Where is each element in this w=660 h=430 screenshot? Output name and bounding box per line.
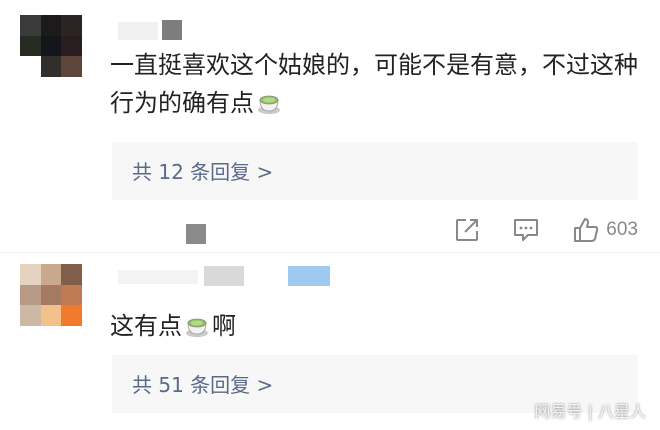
reply-box[interactable]: 共 12 条回复 >: [112, 142, 638, 200]
view-replies-link[interactable]: 共 51 条回复 >: [132, 369, 273, 398]
like-button[interactable]: 603: [572, 216, 638, 244]
divider: [0, 252, 660, 253]
like-count: 603: [606, 219, 638, 240]
teacup-emoji: [186, 318, 208, 337]
comment-text: 一直挺喜欢这个姑娘的，可能不是有意，不过这种行为的确有点: [110, 51, 638, 117]
share-icon: [456, 219, 479, 241]
avatar[interactable]: [20, 264, 82, 326]
watermark: 网易号 | 八星人: [534, 402, 646, 421]
comment-button[interactable]: [512, 217, 540, 243]
thumbs-up-icon: [574, 218, 599, 242]
username-blurred[interactable]: [118, 20, 190, 42]
view-replies-link[interactable]: 共 12 条回复 >: [132, 156, 273, 185]
username-blurred[interactable]: [118, 266, 338, 288]
teacup-emoji: [258, 95, 280, 114]
time-blurred: [186, 224, 206, 244]
avatar[interactable]: [20, 15, 82, 77]
comment-text: 这有点 啊: [110, 312, 236, 340]
share-button[interactable]: [454, 217, 480, 243]
comment-actions: 603: [454, 216, 638, 244]
comment-icon: [514, 219, 539, 241]
